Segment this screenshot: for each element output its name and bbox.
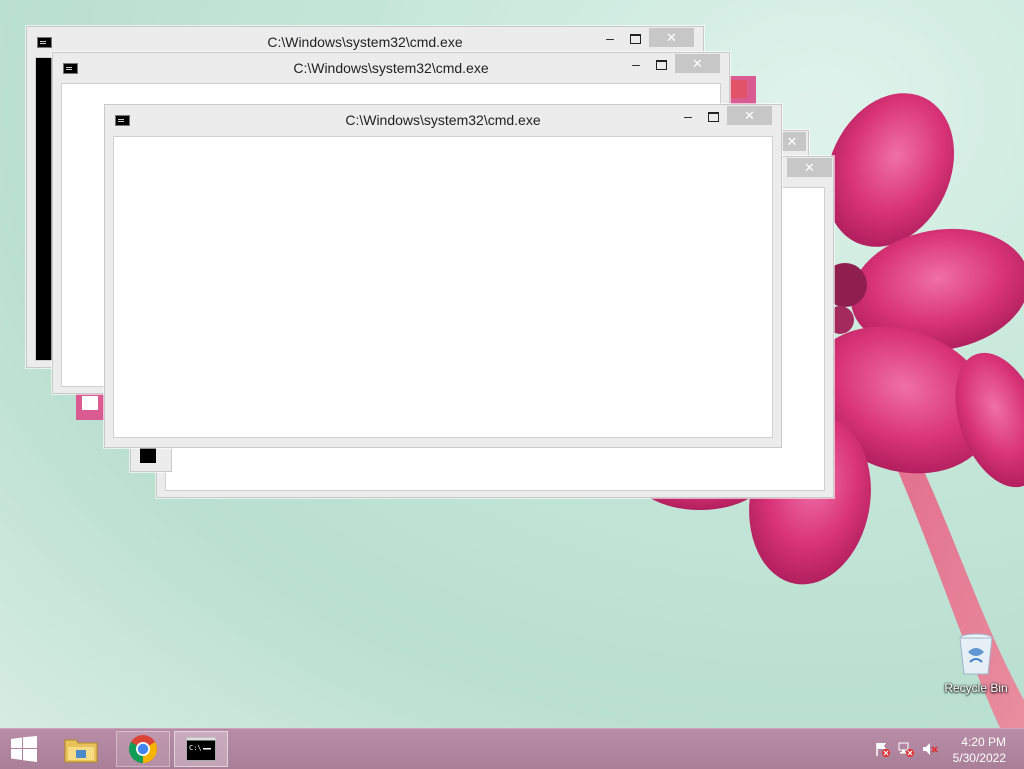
cmd-window-front[interactable]: C:\Windows\system32\cmd.exe – ✕ xyxy=(104,104,782,448)
cmd-icon: C:\ xyxy=(186,737,216,761)
system-clock[interactable]: 4:20 PM 5/30/2022 xyxy=(953,734,1006,766)
console-area[interactable] xyxy=(140,448,156,463)
taskbar-file-explorer[interactable] xyxy=(54,731,108,767)
start-button[interactable] xyxy=(0,729,48,769)
close-button[interactable]: ✕ xyxy=(727,106,772,125)
desktop: ✕ ✕ C:\Windows\system32\cmd.exe – ✕ C:\W… xyxy=(0,0,1024,728)
maximize-button[interactable] xyxy=(648,57,674,75)
clock-date: 5/30/2022 xyxy=(952,751,1006,765)
chrome-icon xyxy=(129,735,157,763)
close-button[interactable]: ✕ xyxy=(778,132,806,151)
minimize-button[interactable]: – xyxy=(597,31,623,49)
svg-text:C:\: C:\ xyxy=(189,744,202,752)
minimize-button[interactable]: – xyxy=(623,57,649,75)
minimize-button[interactable]: – xyxy=(675,109,701,127)
clock-time: 4:20 PM xyxy=(961,735,1006,749)
title-bar[interactable]: C:\Windows\system32\cmd.exe – ✕ xyxy=(105,105,781,133)
close-button[interactable]: ✕ xyxy=(787,158,832,177)
maximize-button[interactable] xyxy=(700,109,726,127)
taskbar-command-prompt[interactable]: C:\ xyxy=(174,731,228,767)
action-center-flag-icon[interactable] xyxy=(874,741,890,757)
folder-icon xyxy=(64,739,98,763)
close-button[interactable]: ✕ xyxy=(649,28,694,47)
close-button[interactable]: ✕ xyxy=(675,54,720,73)
recycle-bin-label: Recycle Bin xyxy=(944,681,1008,695)
taskbar: C:\ 4:20 PM 5/30/2022 xyxy=(0,728,1024,769)
taskbar-chrome[interactable] xyxy=(116,731,170,767)
windows-logo-icon xyxy=(11,736,37,762)
recycle-bin-icon xyxy=(959,633,993,675)
title-bar[interactable]: C:\Windows\system32\cmd.exe – ✕ xyxy=(27,27,703,55)
speaker-muted-icon[interactable] xyxy=(922,741,938,757)
maximize-button[interactable] xyxy=(622,31,648,49)
network-icon[interactable] xyxy=(898,741,914,757)
pink-window-fragment xyxy=(76,394,104,420)
console-area[interactable] xyxy=(113,136,773,438)
title-bar[interactable]: C:\Windows\system32\cmd.exe – ✕ xyxy=(53,53,729,81)
recycle-bin[interactable]: Recycle Bin xyxy=(940,630,1012,695)
pink-window-fragment xyxy=(728,76,756,106)
